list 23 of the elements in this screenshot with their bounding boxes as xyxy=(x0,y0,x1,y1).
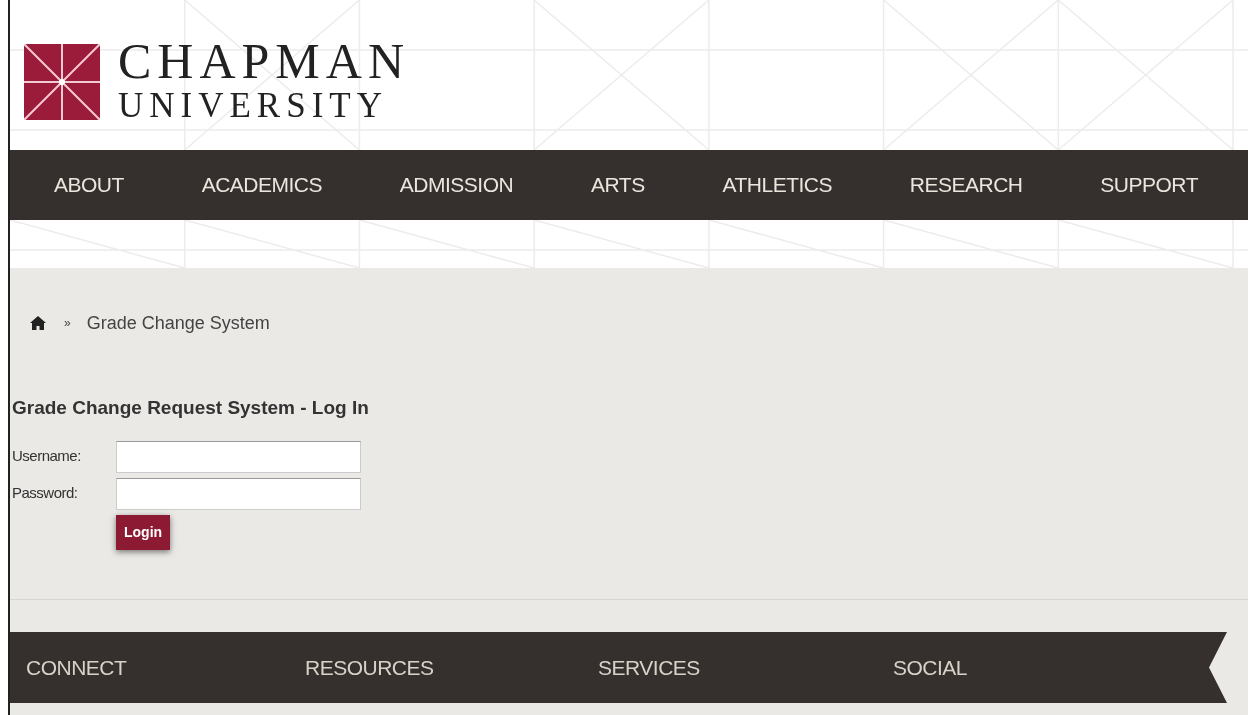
nav-link[interactable]: ARTS xyxy=(591,169,645,201)
home-icon[interactable] xyxy=(30,316,46,330)
nav-link[interactable]: ATHLETICS xyxy=(722,169,832,201)
input-field[interactable] xyxy=(116,440,361,473)
nav-link[interactable]: ADMISSION xyxy=(399,169,514,201)
footer-link[interactable]: RESOURCES xyxy=(305,655,434,679)
login-button[interactable]: Login xyxy=(116,514,171,550)
breadcrumb-separator: » xyxy=(64,315,71,332)
page-heading: Grade Change Request System - Log In xyxy=(12,396,370,420)
field-label: Password: xyxy=(12,483,79,504)
nav-link[interactable]: ACADEMICS xyxy=(201,169,323,201)
nav-link[interactable]: RESEARCH xyxy=(909,169,1023,201)
logo-mark-icon xyxy=(24,44,100,120)
footer-link[interactable]: SOCIAL xyxy=(893,655,968,679)
nav-link[interactable]: ABOUT xyxy=(54,169,124,201)
footer-link[interactable]: CONNECT xyxy=(26,655,127,679)
breadcrumb-current: Grade Change System xyxy=(86,311,270,335)
nav-link[interactable]: SUPPORT xyxy=(1100,169,1198,201)
logo-wordmark: CHAPMAN xyxy=(118,35,411,86)
logo-subtitle: UNIVERSITY xyxy=(118,87,389,123)
footer-link[interactable]: SERVICES xyxy=(598,655,700,679)
field-label: Username: xyxy=(12,446,82,467)
input-field[interactable] xyxy=(116,477,361,510)
